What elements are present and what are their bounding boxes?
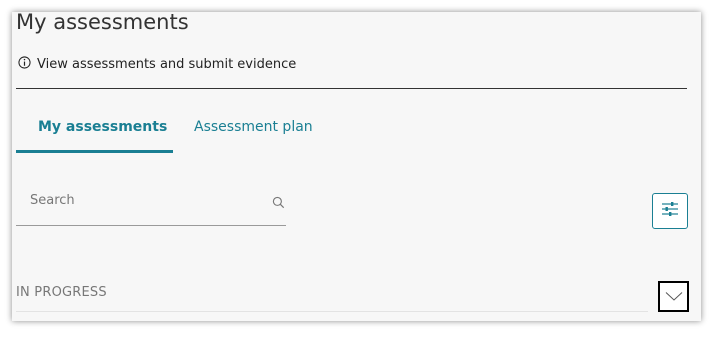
header-divider (16, 88, 687, 89)
page-title: My assessments (16, 12, 189, 34)
section-divider (16, 311, 648, 312)
filter-button[interactable] (652, 193, 688, 229)
search-icon[interactable] (272, 194, 285, 213)
chevron-down-icon (665, 287, 683, 306)
sliders-icon (661, 201, 679, 221)
active-tab-indicator (16, 150, 173, 153)
info-text: View assessments and submit evidence (37, 57, 297, 72)
tab-my-assessments[interactable]: My assessments (38, 119, 167, 135)
search-input[interactable] (30, 193, 250, 208)
tab-assessment-plan[interactable]: Assessment plan (194, 119, 313, 135)
search-box (16, 180, 286, 226)
section-label-in-progress: IN PROGRESS (16, 285, 107, 300)
assessments-panel: My assessments View assessments and subm… (12, 12, 701, 321)
info-icon (18, 56, 37, 73)
info-row: View assessments and submit evidence (18, 56, 296, 73)
expand-section-button[interactable] (658, 281, 689, 312)
